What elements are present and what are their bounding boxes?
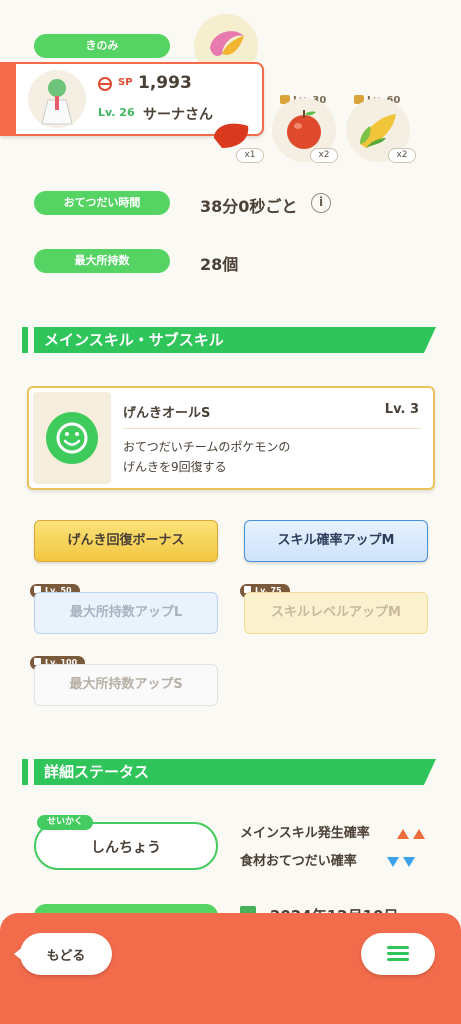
sp-value: 1,993: [138, 73, 192, 93]
up-arrows-icon: [397, 825, 429, 839]
stat-up-label: メインスキル発生確率: [240, 826, 370, 841]
max-carry-value: 28個: [200, 255, 239, 274]
stat-down-label: 食材おてつだい確率: [240, 854, 357, 869]
hamburger-icon: [387, 946, 409, 962]
skill-divider: [123, 428, 421, 429]
nature-value: しんちょう: [91, 840, 161, 856]
ingredient-count: x2: [310, 148, 338, 163]
skill-section-header: メインスキル・サブスキル: [22, 327, 436, 353]
down-arrows-icon: [387, 853, 419, 867]
skill-desc-line-1: おてつだいチームのポケモンの: [123, 440, 291, 454]
skill-name: げんきオールS: [123, 406, 211, 421]
max-carry-label: 最大所持数: [34, 249, 170, 273]
skill-desc-line-2: げんきを9回復する: [123, 460, 227, 474]
main-skill-card[interactable]: げんきオールS Lv. 3 おてつだいチームのポケモンの げんきを9回復する: [27, 386, 435, 490]
help-time-label: おてつだい時間: [34, 191, 170, 215]
pokemon-avatar: [28, 70, 86, 128]
berry-label: きのみ: [34, 34, 170, 58]
card-accent: [0, 64, 16, 134]
skill-section-title: メインスキル・サブスキル: [34, 327, 436, 353]
sp-icon: [98, 77, 112, 91]
help-time-value: 38分0秒ごと: [200, 197, 298, 216]
subskill-skill-trigger-m[interactable]: スキル確率アップM: [244, 520, 428, 562]
subskill-inventory-up-s[interactable]: 最大所持数アップS: [34, 664, 218, 706]
skill-icon-panel: [33, 392, 111, 484]
sp-label: SP: [118, 77, 133, 88]
ingredient-count: x1: [236, 148, 264, 163]
subskill-skill-level-up-m[interactable]: スキルレベルアップM: [244, 592, 428, 634]
detail-section-title: 詳細ステータス: [34, 759, 436, 785]
nature-tag: せいかく: [37, 815, 94, 830]
pokemon-level: Lv. 26: [98, 106, 135, 119]
ingredient-count: x2: [388, 148, 416, 163]
footer-bar: もどる: [0, 913, 461, 1024]
subskill-energy-recovery-bonus[interactable]: げんき回復ボーナス: [34, 520, 218, 562]
skill-level: Lv. 3: [384, 402, 419, 417]
detail-section-header: 詳細ステータス: [22, 759, 436, 785]
subskill-inventory-up-l[interactable]: 最大所持数アップL: [34, 592, 218, 634]
smile-icon: [46, 412, 98, 464]
back-button[interactable]: もどる: [14, 933, 112, 975]
menu-button[interactable]: [361, 933, 435, 975]
back-label: もどる: [46, 949, 86, 964]
info-icon[interactable]: i: [311, 193, 331, 213]
